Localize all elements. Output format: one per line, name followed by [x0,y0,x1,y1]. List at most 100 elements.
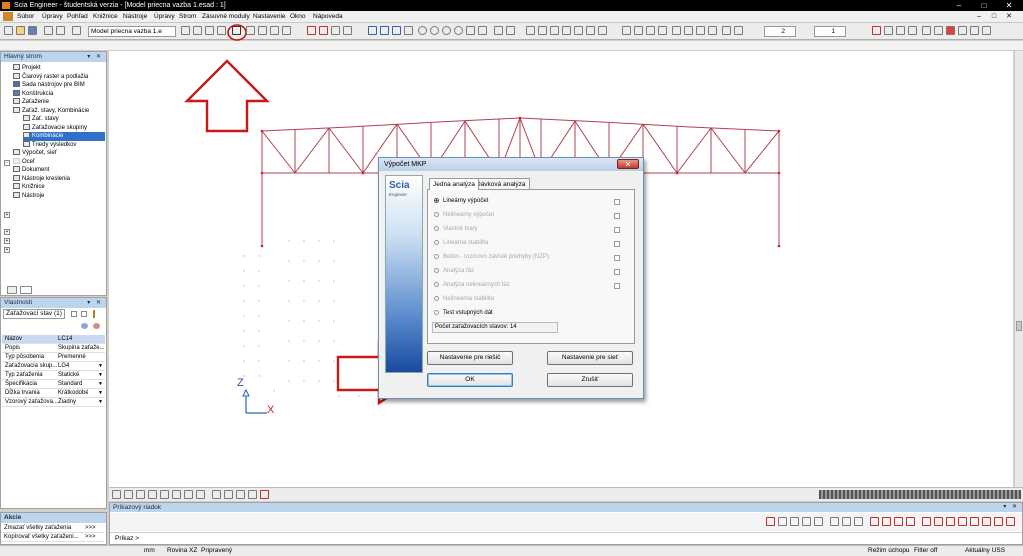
shade-icon[interactable] [672,26,681,35]
filter-icon[interactable] [71,311,77,317]
results-icon[interactable] [258,26,267,35]
tree-tab-icon[interactable] [7,286,17,294]
tool-icon[interactable] [982,517,991,526]
snap-icon[interactable] [112,490,121,499]
model-selector[interactable]: Model priecna vazba 1.e [88,26,176,37]
tree-item-drawing-tools[interactable]: Nástroje kreslenia [13,174,70,184]
status-filter[interactable]: Filter off [914,545,937,556]
tree-tab-icon-2[interactable] [20,286,32,294]
zoom-all-icon[interactable] [466,26,475,35]
minimize-button[interactable]: – [947,0,971,11]
tree-item-load-groups[interactable]: Zaťažovacie skupiny [23,123,87,133]
select-icon[interactable] [307,26,316,35]
activity-icon[interactable] [646,26,655,35]
menu-file[interactable]: Súbor [15,11,36,23]
panel-controls-icon[interactable]: ▾ ✕ [1003,503,1019,512]
lock-icon[interactable] [958,26,967,35]
tool-icon[interactable] [906,517,915,526]
dropdown-arrow-icon[interactable]: ▼ [98,371,103,380]
results-icon[interactable] [224,490,233,499]
clip-icon[interactable] [658,26,667,35]
tree-item-combinations[interactable]: Kombinácie [23,132,105,141]
new-icon[interactable] [4,26,13,35]
status-snap-mode[interactable]: Režim úchopu [868,545,910,556]
light-icon[interactable] [684,26,693,35]
menu-help[interactable]: Nápoveda [311,11,345,23]
panel-controls-icon[interactable]: ▾ ✕ [87,298,103,308]
dropdown-arrow-icon[interactable]: ▼ [98,398,103,407]
close-button[interactable]: ✕ [997,0,1021,11]
tree-item-libraries[interactable]: Knižnice [13,183,45,192]
undo-icon[interactable] [44,26,53,35]
tool-icon[interactable] [922,517,931,526]
label-icon[interactable] [172,490,181,499]
property-row[interactable]: Názov LC14 [2,335,105,344]
cut-icon[interactable] [181,26,190,35]
zoom-icon[interactable] [418,26,427,35]
panel-controls-icon[interactable]: ▾ ✕ [87,52,103,62]
option-linear-calculation[interactable]: Lineárny výpočet [434,197,488,206]
cancel-button[interactable]: Zrušiť [547,373,633,387]
tree-item-project[interactable]: Projekt [13,64,41,73]
members-icon[interactable] [160,490,169,499]
zoom-window-icon[interactable] [454,26,463,35]
tool-icon[interactable] [934,517,943,526]
action-button[interactable]: >>> [85,533,101,542]
edit-icon[interactable] [93,310,99,318]
action-row[interactable]: Zmazať všetky zaťaženia >>> [1,524,104,533]
view-y-icon[interactable] [380,26,389,35]
menu-settings[interactable]: Nastavenie [251,11,288,23]
dropdown-arrow-icon[interactable]: ▼ [98,389,103,398]
mdi-minimize-icon[interactable]: – [974,12,984,21]
property-value[interactable]: Žiadny [58,398,88,407]
mesh-icon[interactable] [246,26,255,35]
nodes-icon[interactable] [148,490,157,499]
pick-icon[interactable] [93,323,100,329]
tool-icon[interactable] [830,517,839,526]
pan-icon[interactable] [478,26,487,35]
open-icon[interactable] [16,26,25,35]
check-icon[interactable] [270,26,279,35]
tool-icon[interactable] [870,517,879,526]
property-value[interactable]: LC14 [58,335,104,344]
section-icon[interactable] [236,490,245,499]
mesh-icon[interactable] [196,490,205,499]
view-icon[interactable] [136,490,145,499]
property-value[interactable]: Premenné [58,353,104,362]
axis-icon[interactable] [124,490,133,499]
horizontal-scrollbar[interactable] [819,490,1021,499]
deselect-icon[interactable] [343,26,352,35]
tree-item-calculation[interactable]: Výpočet, sieť [13,149,57,158]
tool-icon[interactable] [790,517,799,526]
tool-icon[interactable] [802,517,811,526]
option-checkbox[interactable] [614,199,620,205]
zoom-in-icon[interactable] [430,26,439,35]
menu-plugins[interactable]: Zásuvné moduly [200,11,252,23]
menu-tree[interactable]: Strom [177,11,198,23]
action-button[interactable]: >>> [85,524,101,533]
flag-icon[interactable] [872,26,881,35]
property-value[interactable]: LG4 [58,362,88,371]
grid-toggle-icon[interactable] [622,26,631,35]
display-icon[interactable] [708,26,717,35]
tool-icon[interactable] [814,517,823,526]
view-icon[interactable] [81,323,88,329]
tree-item-result-classes[interactable]: Triedy výsledkov [23,140,76,150]
property-row[interactable]: Popis Skupina zaťaže... [2,344,105,353]
tree-item-document[interactable]: Dokument [13,166,49,175]
mesh-settings-button[interactable]: Nastavenie pre sieť [547,351,633,365]
view-z-icon[interactable] [392,26,401,35]
text-icon[interactable] [722,26,731,35]
tree-item-loadcases[interactable]: Zať. stavy [23,115,59,124]
render-icon[interactable] [506,26,515,35]
wireframe-icon[interactable] [526,26,535,35]
align-icon[interactable] [922,26,931,35]
model-icon[interactable] [72,26,81,35]
load-icon[interactable] [212,490,221,499]
option-input-data-check[interactable]: Test vstupných dát [434,309,493,318]
layers-icon[interactable] [634,26,643,35]
menu-libraries[interactable]: Knižnice [91,11,120,23]
export-icon[interactable] [982,26,991,35]
tool-icon[interactable] [766,517,775,526]
spin-field-2[interactable]: 1 [814,26,846,37]
